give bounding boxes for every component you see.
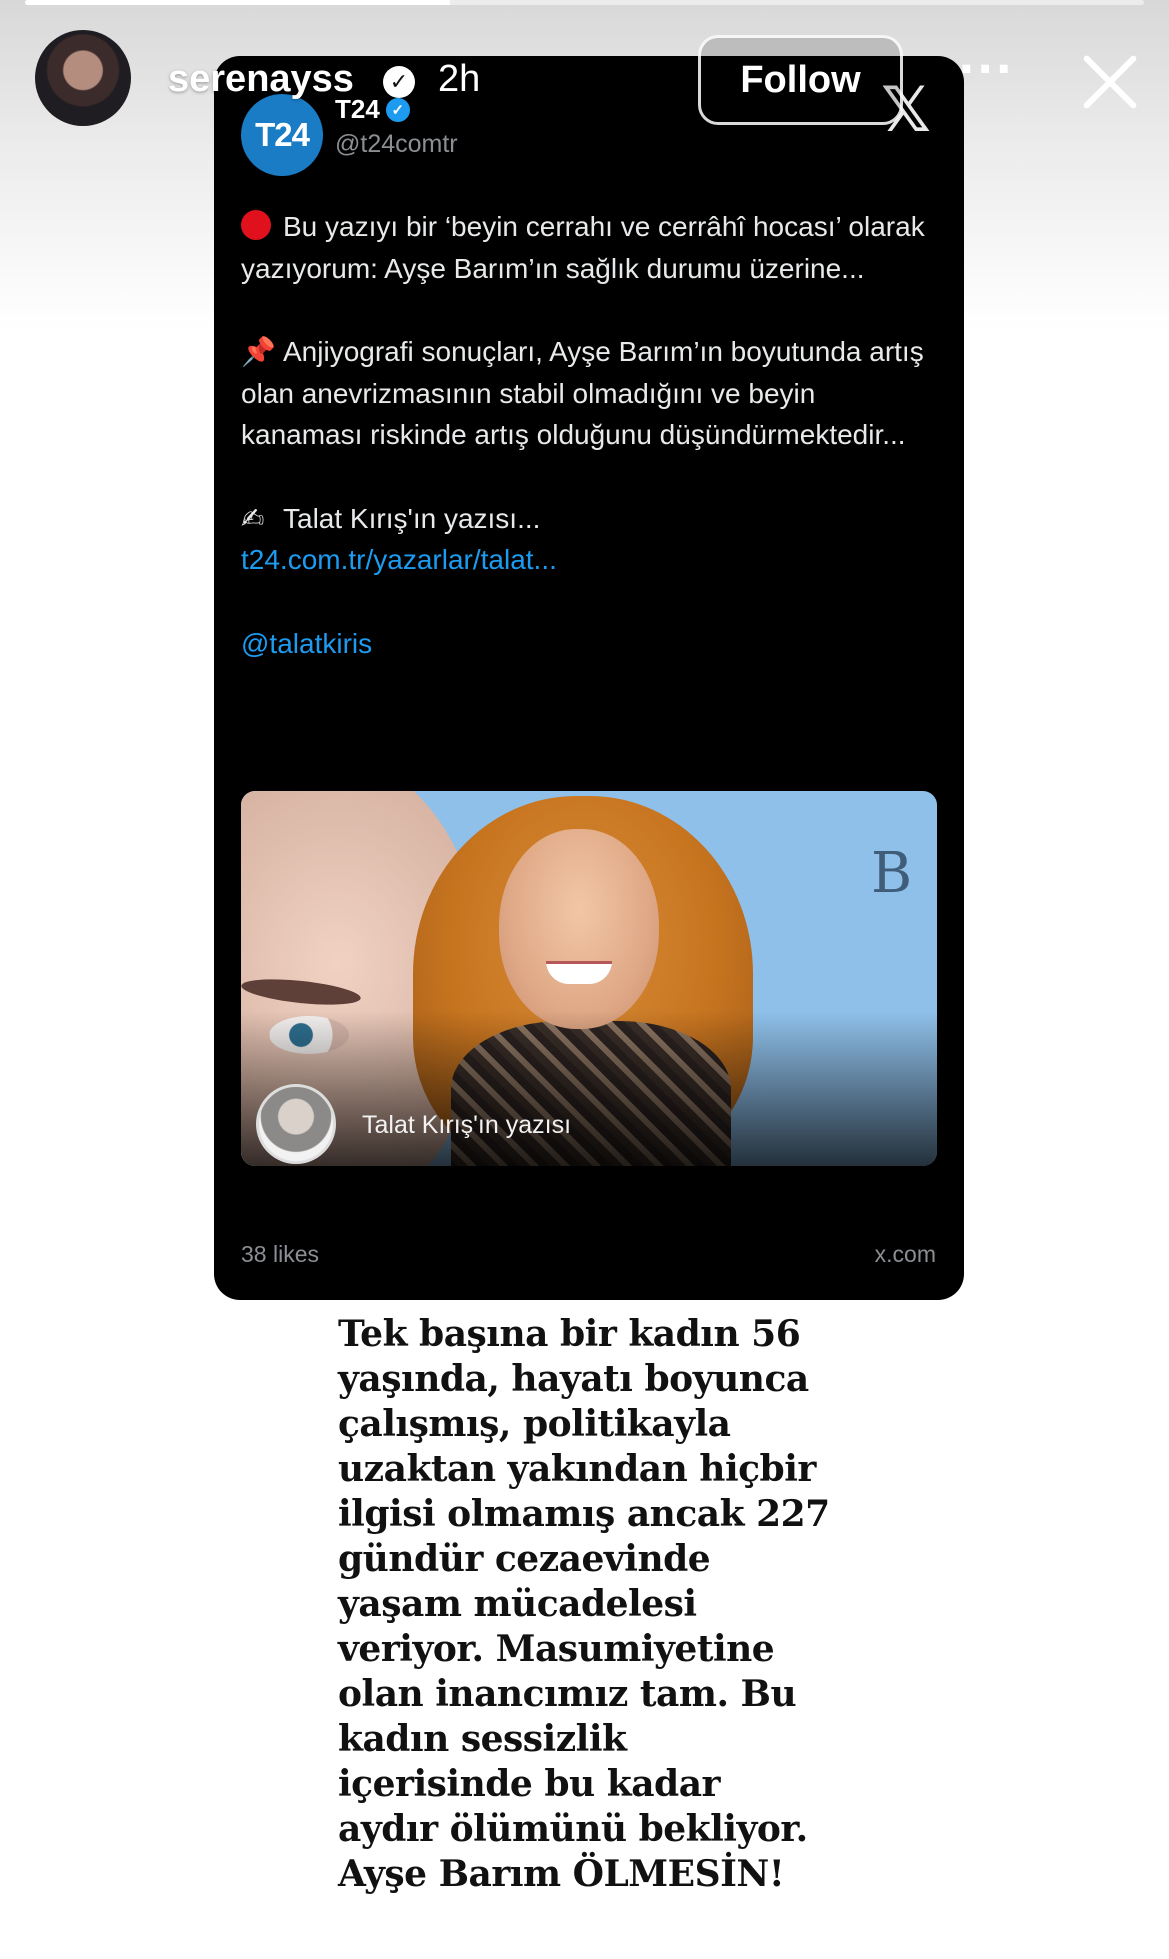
- more-horizontal-icon[interactable]: ···: [958, 48, 1014, 92]
- tweet-media-image[interactable]: B Talat Kırış'ın yazısı: [241, 791, 937, 1166]
- tweet-paragraph-1: Bu yazıyı bir ‘beyin cerrahı ve cerrâhî …: [241, 206, 941, 289]
- story-caption-line: içerisinde bu kadar: [338, 1763, 720, 1805]
- tweet-paragraph-3: ✍ Talat Kırış'ın yazısı...: [241, 498, 941, 540]
- paragraph-2-text: Anjiyografi sonuçları, Ayşe Barım’ın boy…: [241, 336, 924, 450]
- story-caption-line: uzaktan yakından hiçbir: [338, 1448, 816, 1490]
- story-caption-line: gündür cezaevinde: [338, 1538, 711, 1580]
- story-caption-line: yaşında, hayatı boyunca: [338, 1358, 809, 1400]
- likes-count: 38 likes: [241, 1241, 319, 1267]
- pushpin-icon: 📌: [241, 335, 276, 368]
- story-caption-line: aydır ölümünü bekliyor.: [338, 1808, 808, 1850]
- article-link[interactable]: t24.com.tr/yazarlar/talat...: [241, 539, 941, 581]
- follow-button[interactable]: Follow: [698, 35, 903, 125]
- media-background-letter: B: [871, 841, 913, 906]
- profile-avatar[interactable]: [35, 30, 131, 126]
- story-caption-line: çalışmış, politikayla: [338, 1403, 731, 1445]
- media-caption: Talat Kırış'ın yazısı: [362, 1111, 572, 1139]
- verified-badge-icon: ✓: [383, 66, 415, 98]
- story-caption-text: Tek başına bir kadın 56 yaşında, hayatı b…: [338, 1312, 898, 1897]
- author-mention-link[interactable]: @talatkiris: [241, 623, 941, 665]
- author-avatar: [256, 1084, 336, 1164]
- tweet-body: Bu yazıyı bir ‘beyin cerrahı ve cerrâhî …: [241, 206, 941, 664]
- story-caption-line: Tek başına bir kadın 56: [338, 1313, 801, 1355]
- story-caption-line: Ayşe Barım ÖLMESİN!: [338, 1853, 785, 1895]
- story-caption-line: ilgisi olmamış ancak 227: [338, 1493, 830, 1535]
- media-gradient-overlay: [241, 1011, 937, 1166]
- tweet-card[interactable]: T24 T24 ✓ @t24comtr 𝕏 Bu yazıyı bir ‘bey…: [214, 56, 964, 1300]
- story-time: 2h: [438, 58, 481, 100]
- story-caption-line: olan inancımız tam. Bu: [338, 1673, 797, 1715]
- story-header: serenayss ✓ 2h Follow ···: [0, 0, 1169, 160]
- writing-hand-icon: ✍: [241, 501, 265, 535]
- story-username[interactable]: serenayss: [168, 58, 354, 101]
- tweet-paragraph-2: 📌 Anjiyografi sonuçları, Ayşe Barım’ın bo…: [241, 331, 941, 456]
- paragraph-3-text: Talat Kırış'ın yazısı...: [283, 502, 541, 534]
- red-circle-icon: [241, 210, 271, 240]
- source-domain: x.com: [874, 1241, 936, 1267]
- story-caption-line: kadın sessizlik: [338, 1718, 627, 1760]
- portrait-face: [499, 829, 659, 1029]
- close-icon[interactable]: [1078, 50, 1142, 114]
- story-caption-line: veriyor. Masumiyetine: [338, 1628, 775, 1670]
- story-caption-line: yaşam mücadelesi: [338, 1583, 697, 1625]
- paragraph-1-text: Bu yazıyı bir ‘beyin cerrahı ve cerrâhî …: [241, 211, 925, 284]
